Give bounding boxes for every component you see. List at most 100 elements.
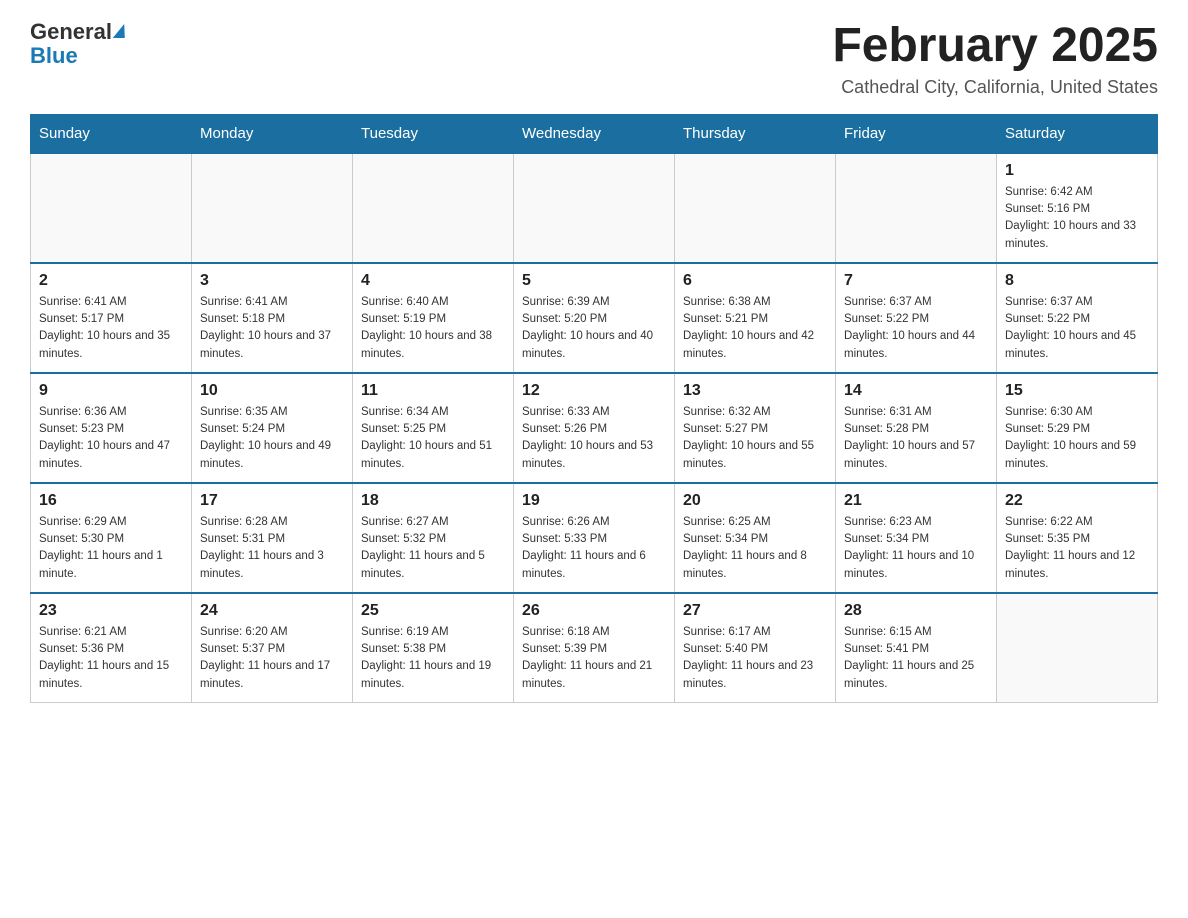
calendar-cell: 28 Sunrise: 6:15 AMSunset: 5:41 PMDayligh… xyxy=(836,593,997,703)
calendar-cell: 4 Sunrise: 6:40 AMSunset: 5:19 PMDaylight… xyxy=(353,263,514,373)
week-row-4: 16 Sunrise: 6:29 AMSunset: 5:30 PMDayligh… xyxy=(31,483,1158,593)
day-header-monday: Monday xyxy=(192,114,353,153)
day-info: Sunrise: 6:37 AMSunset: 5:22 PMDaylight:… xyxy=(844,294,988,363)
day-info: Sunrise: 6:42 AMSunset: 5:16 PMDaylight:… xyxy=(1005,184,1149,253)
calendar-cell: 1 Sunrise: 6:42 AMSunset: 5:16 PMDaylight… xyxy=(997,153,1158,263)
calendar-table: SundayMondayTuesdayWednesdayThursdayFrid… xyxy=(30,114,1158,704)
day-header-sunday: Sunday xyxy=(31,114,192,153)
day-number: 13 xyxy=(683,382,827,400)
day-number: 28 xyxy=(844,602,988,620)
day-number: 5 xyxy=(522,272,666,290)
calendar-cell: 26Sunrise: 6:18 AMSunset: 5:39 PMDayligh… xyxy=(514,593,675,703)
calendar-cell: 10Sunrise: 6:35 AMSunset: 5:24 PMDayligh… xyxy=(192,373,353,483)
day-info: Sunrise: 6:41 AMSunset: 5:18 PMDaylight:… xyxy=(200,294,344,363)
day-info: Sunrise: 6:25 AMSunset: 5:34 PMDaylight:… xyxy=(683,514,827,583)
day-number: 15 xyxy=(1005,382,1149,400)
day-number: 3 xyxy=(200,272,344,290)
day-number: 17 xyxy=(200,492,344,510)
day-number: 25 xyxy=(361,602,505,620)
day-number: 16 xyxy=(39,492,183,510)
calendar-cell: 2 Sunrise: 6:41 AMSunset: 5:17 PMDaylight… xyxy=(31,263,192,373)
calendar-cell: 20 Sunrise: 6:25 AMSunset: 5:34 PMDayligh… xyxy=(675,483,836,593)
calendar-cell xyxy=(192,153,353,263)
day-number: 7 xyxy=(844,272,988,290)
day-number: 21 xyxy=(844,492,988,510)
calendar-cell xyxy=(675,153,836,263)
calendar-cell xyxy=(353,153,514,263)
logo-icon xyxy=(113,24,127,38)
day-number: 4 xyxy=(361,272,505,290)
day-number: 24 xyxy=(200,602,344,620)
calendar-cell: 8 Sunrise: 6:37 AMSunset: 5:22 PMDaylight… xyxy=(997,263,1158,373)
day-info: Sunrise: 6:27 AMSunset: 5:32 PMDaylight:… xyxy=(361,514,505,583)
location-subtitle: Cathedral City, California, United State… xyxy=(832,77,1158,98)
day-info: Sunrise: 6:15 AMSunset: 5:41 PMDaylight:… xyxy=(844,624,988,693)
calendar-cell: 11 Sunrise: 6:34 AMSunset: 5:25 PMDayligh… xyxy=(353,373,514,483)
calendar-cell: 13Sunrise: 6:32 AMSunset: 5:27 PMDayligh… xyxy=(675,373,836,483)
day-header-friday: Friday xyxy=(836,114,997,153)
day-number: 6 xyxy=(683,272,827,290)
day-info: Sunrise: 6:22 AMSunset: 5:35 PMDaylight:… xyxy=(1005,514,1149,583)
calendar-cell xyxy=(836,153,997,263)
day-number: 20 xyxy=(683,492,827,510)
day-info: Sunrise: 6:40 AMSunset: 5:19 PMDaylight:… xyxy=(361,294,505,363)
day-info: Sunrise: 6:37 AMSunset: 5:22 PMDaylight:… xyxy=(1005,294,1149,363)
calendar-cell: 3 Sunrise: 6:41 AMSunset: 5:18 PMDaylight… xyxy=(192,263,353,373)
day-number: 11 xyxy=(361,382,505,400)
week-row-2: 2 Sunrise: 6:41 AMSunset: 5:17 PMDaylight… xyxy=(31,263,1158,373)
calendar-cell: 16 Sunrise: 6:29 AMSunset: 5:30 PMDayligh… xyxy=(31,483,192,593)
calendar-cell: 12 Sunrise: 6:33 AMSunset: 5:26 PMDayligh… xyxy=(514,373,675,483)
logo-general: General xyxy=(30,20,112,44)
day-number: 8 xyxy=(1005,272,1149,290)
day-header-saturday: Saturday xyxy=(997,114,1158,153)
day-info: Sunrise: 6:21 AMSunset: 5:36 PMDaylight:… xyxy=(39,624,183,693)
day-info: Sunrise: 6:26 AMSunset: 5:33 PMDaylight:… xyxy=(522,514,666,583)
day-info: Sunrise: 6:33 AMSunset: 5:26 PMDaylight:… xyxy=(522,404,666,473)
day-number: 19 xyxy=(522,492,666,510)
day-info: Sunrise: 6:41 AMSunset: 5:17 PMDaylight:… xyxy=(39,294,183,363)
page-header: General Blue February 2025 Cathedral Cit… xyxy=(30,20,1158,98)
day-number: 18 xyxy=(361,492,505,510)
calendar-cell: 27Sunrise: 6:17 AMSunset: 5:40 PMDayligh… xyxy=(675,593,836,703)
calendar-cell: 23 Sunrise: 6:21 AMSunset: 5:36 PMDayligh… xyxy=(31,593,192,703)
day-header-thursday: Thursday xyxy=(675,114,836,153)
day-info: Sunrise: 6:20 AMSunset: 5:37 PMDaylight:… xyxy=(200,624,344,693)
month-title: February 2025 xyxy=(832,20,1158,73)
calendar-cell: 15 Sunrise: 6:30 AMSunset: 5:29 PMDayligh… xyxy=(997,373,1158,483)
week-row-3: 9Sunrise: 6:36 AMSunset: 5:23 PMDaylight… xyxy=(31,373,1158,483)
day-info: Sunrise: 6:31 AMSunset: 5:28 PMDaylight:… xyxy=(844,404,988,473)
day-info: Sunrise: 6:34 AMSunset: 5:25 PMDaylight:… xyxy=(361,404,505,473)
calendar-cell xyxy=(31,153,192,263)
title-area: February 2025 Cathedral City, California… xyxy=(832,20,1158,98)
calendar-cell: 5 Sunrise: 6:39 AMSunset: 5:20 PMDaylight… xyxy=(514,263,675,373)
day-info: Sunrise: 6:29 AMSunset: 5:30 PMDaylight:… xyxy=(39,514,183,583)
day-info: Sunrise: 6:39 AMSunset: 5:20 PMDaylight:… xyxy=(522,294,666,363)
day-number: 22 xyxy=(1005,492,1149,510)
calendar-cell xyxy=(997,593,1158,703)
logo-blue: Blue xyxy=(30,44,126,68)
calendar-cell: 17 Sunrise: 6:28 AMSunset: 5:31 PMDayligh… xyxy=(192,483,353,593)
day-info: Sunrise: 6:18 AMSunset: 5:39 PMDaylight:… xyxy=(522,624,666,693)
day-info: Sunrise: 6:38 AMSunset: 5:21 PMDaylight:… xyxy=(683,294,827,363)
day-info: Sunrise: 6:17 AMSunset: 5:40 PMDaylight:… xyxy=(683,624,827,693)
day-number: 12 xyxy=(522,382,666,400)
day-header-wednesday: Wednesday xyxy=(514,114,675,153)
day-number: 2 xyxy=(39,272,183,290)
day-number: 10 xyxy=(200,382,344,400)
calendar-cell: 22 Sunrise: 6:22 AMSunset: 5:35 PMDayligh… xyxy=(997,483,1158,593)
day-number: 1 xyxy=(1005,162,1149,180)
week-row-1: 1 Sunrise: 6:42 AMSunset: 5:16 PMDaylight… xyxy=(31,153,1158,263)
day-info: Sunrise: 6:28 AMSunset: 5:31 PMDaylight:… xyxy=(200,514,344,583)
day-info: Sunrise: 6:23 AMSunset: 5:34 PMDaylight:… xyxy=(844,514,988,583)
day-info: Sunrise: 6:19 AMSunset: 5:38 PMDaylight:… xyxy=(361,624,505,693)
day-info: Sunrise: 6:36 AMSunset: 5:23 PMDaylight:… xyxy=(39,404,183,473)
calendar-cell: 6 Sunrise: 6:38 AMSunset: 5:21 PMDaylight… xyxy=(675,263,836,373)
calendar-cell: 25 Sunrise: 6:19 AMSunset: 5:38 PMDayligh… xyxy=(353,593,514,703)
calendar-cell: 9Sunrise: 6:36 AMSunset: 5:23 PMDaylight… xyxy=(31,373,192,483)
day-info: Sunrise: 6:30 AMSunset: 5:29 PMDaylight:… xyxy=(1005,404,1149,473)
calendar-cell: 18 Sunrise: 6:27 AMSunset: 5:32 PMDayligh… xyxy=(353,483,514,593)
day-number: 23 xyxy=(39,602,183,620)
calendar-header-row: SundayMondayTuesdayWednesdayThursdayFrid… xyxy=(31,114,1158,153)
week-row-5: 23 Sunrise: 6:21 AMSunset: 5:36 PMDayligh… xyxy=(31,593,1158,703)
calendar-cell: 19 Sunrise: 6:26 AMSunset: 5:33 PMDayligh… xyxy=(514,483,675,593)
